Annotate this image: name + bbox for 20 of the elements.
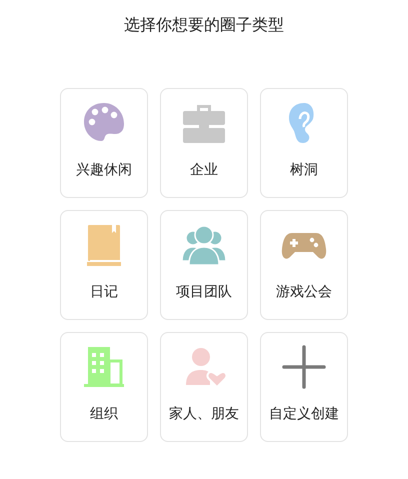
category-label: 家人、朋友 bbox=[169, 405, 239, 423]
category-label: 企业 bbox=[190, 161, 218, 179]
category-label: 树洞 bbox=[290, 161, 318, 179]
category-card[interactable]: 项目团队 bbox=[160, 210, 248, 320]
category-label: 日记 bbox=[90, 283, 118, 301]
category-card[interactable]: 兴趣休闲 bbox=[60, 88, 148, 198]
category-card[interactable]: 企业 bbox=[160, 88, 248, 198]
category-card[interactable]: 组织 bbox=[60, 332, 148, 442]
page-title: 选择你想要的圈子类型 bbox=[124, 14, 284, 36]
category-label: 游戏公会 bbox=[276, 283, 332, 301]
category-label: 项目团队 bbox=[176, 283, 232, 301]
category-label: 组织 bbox=[90, 405, 118, 423]
category-card[interactable]: 游戏公会 bbox=[260, 210, 348, 320]
category-label: 自定义创建 bbox=[269, 405, 339, 423]
category-label: 兴趣休闲 bbox=[76, 161, 132, 179]
category-card[interactable]: 树洞 bbox=[260, 88, 348, 198]
plus-icon bbox=[280, 343, 328, 391]
category-card[interactable]: 自定义创建 bbox=[260, 332, 348, 442]
category-card[interactable]: 家人、朋友 bbox=[160, 332, 248, 442]
category-card[interactable]: 日记 bbox=[60, 210, 148, 320]
